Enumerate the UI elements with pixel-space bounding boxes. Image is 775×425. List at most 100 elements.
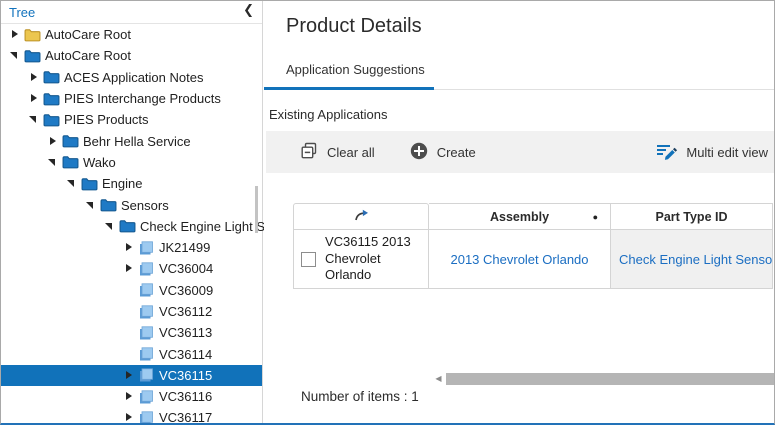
tree-item-autocare-root[interactable]: AutoCare Root xyxy=(1,45,262,66)
tree-item-label: PIES Products xyxy=(64,112,149,127)
product-icon xyxy=(138,261,155,276)
tree-item-vc36117[interactable]: VC36117 xyxy=(1,407,262,425)
collapsed-arrow-icon[interactable] xyxy=(9,28,22,41)
tab-application-suggestions[interactable]: Application Suggestions xyxy=(286,62,425,77)
expanded-arrow-icon[interactable] xyxy=(28,113,41,126)
tree-item-label: Wako xyxy=(83,155,116,170)
expand-spacer xyxy=(123,348,136,361)
assembly-indicator-dot: ● xyxy=(593,213,598,222)
create-button[interactable]: Create xyxy=(409,141,476,164)
collapsed-arrow-icon[interactable] xyxy=(123,262,136,275)
multi-edit-view-button[interactable]: Multi edit view xyxy=(655,141,768,164)
create-label: Create xyxy=(437,145,476,160)
product-icon xyxy=(138,240,155,255)
folder-blue-icon xyxy=(62,155,79,170)
table-header-actions[interactable] xyxy=(293,203,429,230)
clear-all-icon xyxy=(299,140,319,164)
folder-blue-icon xyxy=(43,112,60,127)
horizontal-scrollbar: ◀ xyxy=(431,372,775,385)
product-icon xyxy=(138,368,155,383)
tree-item-label: VC36009 xyxy=(159,283,213,298)
expand-spacer xyxy=(123,326,136,339)
table-header-part-type-id[interactable]: Part Type ID xyxy=(611,203,773,230)
page-title: Product Details xyxy=(286,15,422,38)
tree-item-sensors[interactable]: Sensors xyxy=(1,194,262,215)
expanded-arrow-icon[interactable] xyxy=(66,177,79,190)
product-icon xyxy=(138,283,155,298)
tree-item-label: VC36114 xyxy=(159,347,212,362)
collapsed-arrow-icon[interactable] xyxy=(123,241,136,254)
expanded-arrow-icon[interactable] xyxy=(9,49,22,62)
tree-item-wako[interactable]: Wako xyxy=(1,152,262,173)
table-row: VC36115 2013 Chevrolet Orlando2013 Chevr… xyxy=(293,230,773,289)
collapsed-arrow-icon[interactable] xyxy=(28,92,41,105)
tree-item-vc36004[interactable]: VC36004 xyxy=(1,258,262,279)
expand-spacer xyxy=(123,284,136,297)
assembly-link[interactable]: 2013 Chevrolet Orlando xyxy=(450,252,588,267)
product-icon xyxy=(138,325,155,340)
part-type-id-link[interactable]: Check Engine Light Sensor xyxy=(619,252,773,267)
existing-applications-table: Assembly ● Part Type ID VC36115 2013 Che… xyxy=(293,203,773,289)
tree-item-check-engine-light-sensor[interactable]: Check Engine Light Sensor xyxy=(1,216,262,237)
tree-item-engine[interactable]: Engine xyxy=(1,173,262,194)
tree-item-vc36009[interactable]: VC36009 xyxy=(1,280,262,301)
scrollbar-left-arrow[interactable]: ◀ xyxy=(431,372,446,385)
folder-blue-icon xyxy=(119,219,136,234)
product-icon xyxy=(138,389,155,404)
part-type-id-cell: Check Engine Light Sensor xyxy=(611,230,773,289)
expanded-arrow-icon[interactable] xyxy=(85,199,98,212)
tree-item-vc36112[interactable]: VC36112 xyxy=(1,301,262,322)
folder-blue-icon xyxy=(81,176,98,191)
horizontal-scrollbar-thumb[interactable] xyxy=(446,373,775,385)
collapsed-arrow-icon[interactable] xyxy=(47,135,60,148)
folder-yellow-icon xyxy=(24,27,41,42)
collapsed-arrow-icon[interactable] xyxy=(123,390,136,403)
tree-item-label: Engine xyxy=(102,176,142,191)
folder-blue-icon xyxy=(24,48,41,63)
tree-vertical-scrollbar-thumb[interactable] xyxy=(255,186,258,233)
folder-blue-icon xyxy=(43,91,60,106)
tree-panel-header: Tree ❮ xyxy=(1,1,262,24)
tree-item-autocare-root[interactable]: AutoCare Root xyxy=(1,24,262,45)
expand-spacer xyxy=(123,305,136,318)
tree-item-label: VC36117 xyxy=(159,410,212,425)
tree-item-label: VC36115 xyxy=(159,368,212,383)
tree-item-label: VC36116 xyxy=(159,389,212,404)
tree-item-label: Behr Hella Service xyxy=(83,134,191,149)
assembly-cell: 2013 Chevrolet Orlando xyxy=(429,230,611,289)
tree-item-vc36115[interactable]: VC36115 xyxy=(1,365,262,386)
tree-item-pies-interchange-products[interactable]: PIES Interchange Products xyxy=(1,88,262,109)
collapsed-arrow-icon[interactable] xyxy=(123,411,136,424)
product-details-panel: Product Details Application Suggestions … xyxy=(264,1,775,423)
product-icon xyxy=(138,304,155,319)
collapse-panel-icon[interactable]: ❮ xyxy=(243,2,254,18)
tree-item-aces-application-notes[interactable]: ACES Application Notes xyxy=(1,67,262,88)
applications-toolbar: Clear all Create xyxy=(266,131,775,173)
tree-item-vc36114[interactable]: VC36114 xyxy=(1,343,262,364)
folder-blue-icon xyxy=(62,134,79,149)
product-icon xyxy=(138,410,155,425)
clear-all-button[interactable]: Clear all xyxy=(299,140,375,164)
tree-item-vc36116[interactable]: VC36116 xyxy=(1,386,262,407)
table-header-assembly[interactable]: Assembly ● xyxy=(429,203,611,230)
table-body: VC36115 2013 Chevrolet Orlando2013 Chevr… xyxy=(293,230,773,289)
tree-item-label: VC36112 xyxy=(159,304,212,319)
expanded-arrow-icon[interactable] xyxy=(104,220,117,233)
tree-item-jk21499[interactable]: JK21499 xyxy=(1,237,262,258)
existing-applications-heading: Existing Applications xyxy=(269,107,388,122)
multi-edit-label: Multi edit view xyxy=(686,145,768,160)
product-icon xyxy=(138,347,155,362)
tree-item-vc36113[interactable]: VC36113 xyxy=(1,322,262,343)
tree-item-label: JK21499 xyxy=(159,240,210,255)
tree-item-behr-hella-service[interactable]: Behr Hella Service xyxy=(1,130,262,151)
collapsed-arrow-icon[interactable] xyxy=(123,369,136,382)
items-count-label: Number of items : 1 xyxy=(301,389,419,404)
tab-bar: Application Suggestions xyxy=(264,58,775,90)
row-checkbox[interactable] xyxy=(301,252,316,267)
plus-circle-icon xyxy=(409,141,429,164)
collapsed-arrow-icon[interactable] xyxy=(28,71,41,84)
expanded-arrow-icon[interactable] xyxy=(47,156,60,169)
table-header-row: Assembly ● Part Type ID xyxy=(293,203,773,230)
tree-item-pies-products[interactable]: PIES Products xyxy=(1,109,262,130)
application-window: Tree ❮ AutoCare RootAutoCare RootACES Ap… xyxy=(0,0,775,425)
